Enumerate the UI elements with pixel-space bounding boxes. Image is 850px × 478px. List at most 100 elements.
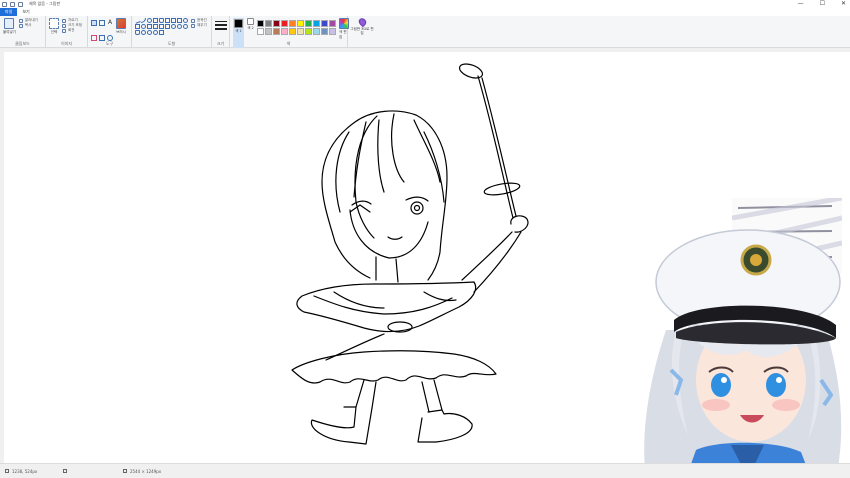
- palette-swatch-4[interactable]: [289, 20, 296, 27]
- six-point-star-shape-icon[interactable]: [183, 24, 188, 29]
- palette-swatch-7[interactable]: [313, 20, 320, 27]
- size-group-label: 크기: [216, 41, 225, 46]
- wand-tip: [458, 63, 484, 79]
- copy-button[interactable]: 복사: [18, 23, 38, 28]
- right-boot: [417, 409, 473, 443]
- undo-icon[interactable]: [10, 1, 15, 7]
- curve-shape-icon[interactable]: [141, 18, 146, 23]
- tools-group-label: 도구: [105, 41, 114, 46]
- up-arrow-shape-icon[interactable]: [159, 24, 164, 29]
- callout-rect-shape-icon[interactable]: [135, 30, 140, 35]
- canvas-size-text: 2544 × 1249px: [130, 468, 162, 474]
- dress-folds: [313, 291, 457, 315]
- image-group-label: 이미지: [60, 41, 73, 46]
- size-dropdown[interactable]: [215, 21, 227, 30]
- palette-swatch-3[interactable]: [281, 20, 288, 27]
- cursor-position: 1238, 524px: [0, 469, 58, 474]
- rounded-rectangle-shape-icon[interactable]: [159, 18, 164, 23]
- color1-swatch: [234, 19, 243, 28]
- four-point-star-shape-icon[interactable]: [171, 24, 176, 29]
- fill-icon[interactable]: [99, 20, 105, 26]
- right-pupil: [413, 204, 421, 212]
- rotate-button[interactable]: 회전: [62, 28, 82, 33]
- right-arrow-shape-icon[interactable]: [147, 24, 152, 29]
- palette-swatch-15[interactable]: [297, 28, 304, 35]
- selection-icon: [63, 469, 67, 473]
- palette-swatch-17[interactable]: [313, 28, 320, 35]
- paint3d-group: 그림판 3D로 편집: [348, 16, 376, 48]
- left-eye-wink: [349, 200, 372, 213]
- close-button[interactable]: ✕: [841, 0, 846, 8]
- size-group: 크기: [212, 16, 230, 48]
- heart-shape-icon[interactable]: [153, 30, 158, 35]
- rectangle-shape-icon[interactable]: [153, 18, 158, 23]
- brushes-label: 브러시: [116, 30, 126, 34]
- avatar-right-eye-shine: [776, 377, 782, 383]
- five-point-star-shape-icon[interactable]: [177, 24, 182, 29]
- paste-icon: [4, 18, 15, 29]
- maximize-button[interactable]: ☐: [820, 0, 825, 8]
- status-bar: 1238, 524px 2544 × 1249px: [0, 463, 850, 478]
- palette-swatch-14[interactable]: [289, 28, 296, 35]
- left-arrow-shape-icon[interactable]: [153, 24, 158, 29]
- paint3d-icon: [356, 16, 368, 28]
- lightning-shape-icon[interactable]: [159, 30, 164, 35]
- palette-swatch-1[interactable]: [265, 20, 272, 27]
- down-arrow-shape-icon[interactable]: [165, 24, 170, 29]
- palette-swatch-5[interactable]: [297, 20, 304, 27]
- crop-icon: [62, 18, 66, 23]
- rotate-label: 회전: [68, 28, 75, 32]
- palette-swatch-10[interactable]: [257, 28, 264, 35]
- select-icon: [49, 18, 59, 29]
- text-icon[interactable]: A: [107, 20, 113, 26]
- diamond-shape-icon[interactable]: [183, 18, 188, 23]
- avatar-right-eye: [766, 373, 786, 397]
- legs: [355, 379, 443, 413]
- palette-swatch-9[interactable]: [329, 20, 336, 27]
- pencil-icon[interactable]: [91, 20, 97, 26]
- palette-swatch-12[interactable]: [273, 28, 280, 35]
- avatar-cap-badge-center: [750, 254, 762, 266]
- tab-view[interactable]: 보기: [17, 8, 34, 16]
- palette-swatch-6[interactable]: [305, 20, 312, 27]
- palette-swatch-8[interactable]: [321, 20, 328, 27]
- dress-bodice: [296, 281, 477, 333]
- shapes-group: 윤곽선 채우기 도형: [132, 16, 212, 48]
- rotate-icon: [62, 28, 66, 33]
- save-icon[interactable]: [2, 1, 7, 7]
- minimize-button[interactable]: —: [798, 0, 804, 8]
- cloud-callout-shape-icon[interactable]: [147, 30, 152, 35]
- canvas-size: 2544 × 1249px: [118, 469, 176, 474]
- shape-fill-icon: [191, 23, 195, 28]
- palette-swatch-13[interactable]: [281, 28, 288, 35]
- palette-swatch-16[interactable]: [305, 28, 312, 35]
- resize-icon: [62, 23, 66, 28]
- avatar-blush-left: [702, 399, 730, 411]
- tab-file[interactable]: 파일: [0, 8, 18, 16]
- palette-swatch-19[interactable]: [329, 28, 336, 35]
- triangle-shape-icon[interactable]: [171, 18, 176, 23]
- face-jaw: [349, 209, 429, 259]
- line-shape-icon[interactable]: [134, 17, 141, 24]
- clipboard-group: 붙여넣기 잘라내기 복사 클립보드: [0, 16, 46, 48]
- redo-icon[interactable]: [18, 1, 23, 7]
- brush-icon: [116, 18, 126, 29]
- line-width-2-icon: [215, 24, 227, 26]
- clipboard-group-label: 클립보드: [15, 41, 30, 46]
- hexagon-shape-icon[interactable]: [141, 24, 146, 29]
- oval-shape-icon[interactable]: [147, 18, 152, 23]
- palette-swatch-11[interactable]: [265, 28, 272, 35]
- paint3d-button[interactable]: 그림판 3D로 편집: [350, 16, 374, 35]
- arm: [461, 231, 522, 293]
- palette-swatch-2[interactable]: [273, 20, 280, 27]
- palette-swatch-18[interactable]: [321, 28, 328, 35]
- wand-stick: [477, 75, 517, 219]
- avatar-blush-right: [772, 399, 800, 411]
- pentagon-shape-icon[interactable]: [135, 24, 140, 29]
- ribbon-tabs: 파일 보기: [0, 8, 850, 16]
- palette-swatch-0[interactable]: [257, 20, 264, 27]
- right-triangle-shape-icon[interactable]: [177, 18, 182, 23]
- callout-oval-shape-icon[interactable]: [141, 30, 146, 35]
- fill-dropdown[interactable]: 채우기: [191, 23, 207, 28]
- polygon-shape-icon[interactable]: [165, 18, 170, 23]
